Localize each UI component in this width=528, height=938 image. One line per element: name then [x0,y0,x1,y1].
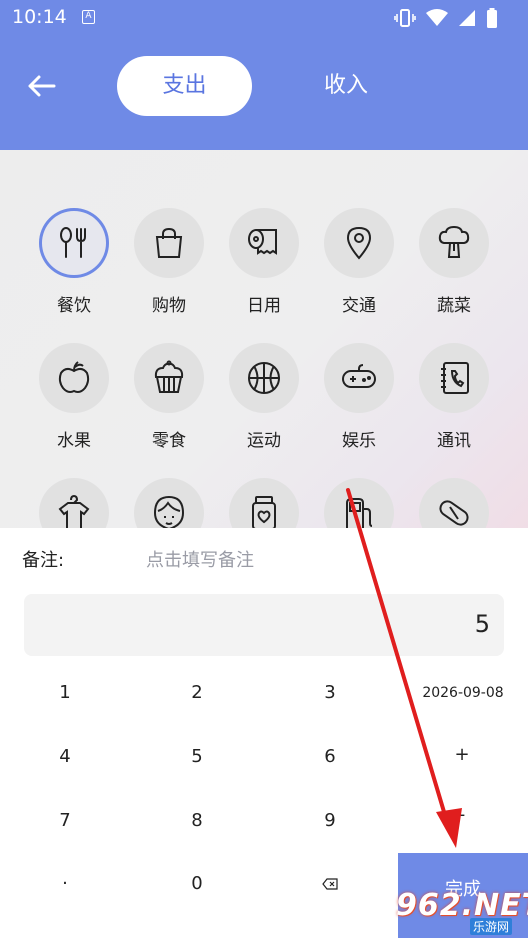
category-shopping[interactable]: 购物 [119,208,219,316]
category-label: 蔬菜 [437,296,471,316]
category-label: 餐饮 [57,296,91,316]
watermark: 962.NET 乐游网 [396,888,528,935]
key-4[interactable]: 4 [20,737,110,777]
broccoli-icon [438,225,470,258]
category-label: 娱乐 [342,431,376,451]
category-vegetables[interactable]: 蔬菜 [404,208,504,316]
arrow-left-icon [28,75,56,97]
gamepad-icon [342,364,376,388]
category-circle [134,343,204,413]
phone-book-icon [441,362,469,394]
apple-icon [58,361,90,393]
category-label: 零食 [152,431,186,451]
vibrate-icon [394,9,416,27]
category-label: 购物 [152,296,186,316]
category-circle [134,208,204,278]
key-5[interactable]: 5 [152,737,242,777]
key-7[interactable]: 7 [20,801,110,841]
key-9[interactable]: 9 [285,801,375,841]
category-circle [324,208,394,278]
signal-icon [459,10,475,26]
category-entertainment[interactable]: 娱乐 [309,343,409,451]
category-dining[interactable]: 餐饮 [24,208,124,316]
fork-spoon-icon [60,227,86,258]
category-label: 运动 [247,431,281,451]
category-snacks[interactable]: 零食 [119,343,219,451]
category-circle [324,343,394,413]
key-2[interactable]: 2 [152,673,242,713]
category-pharmacy[interactable] [404,478,504,528]
key-6[interactable]: 6 [285,737,375,777]
gas-pump-icon [346,498,373,528]
category-circle [39,478,109,528]
date-button[interactable]: 2026-09-08 [408,673,518,713]
wifi-icon [426,9,448,26]
category-fuel[interactable] [309,478,409,528]
notification-badge-icon: A [82,10,95,24]
category-transport[interactable]: 交通 [309,208,409,316]
watermark-sub: 乐游网 [470,918,513,935]
jar-heart-icon [252,496,276,528]
toilet-paper-icon [248,229,277,255]
category-circle [229,343,299,413]
battery-icon [487,8,497,28]
clothes-hanger-icon [58,495,90,528]
category-label: 交通 [342,296,376,316]
shopping-bag-icon [155,227,183,258]
category-circle [39,208,109,278]
category-label: 通讯 [437,431,471,451]
status-icons [394,8,498,28]
face-icon [153,495,185,528]
category-circle [229,208,299,278]
minus-button[interactable]: - [417,795,507,835]
status-bar: 10:14 A [0,0,528,36]
category-label: 日用 [247,296,281,316]
category-circle [419,343,489,413]
amount-display: 5 [24,594,504,656]
status-time: 10:14 [12,6,67,28]
pill-icon [439,500,469,526]
key-3[interactable]: 3 [285,673,375,713]
category-daily[interactable]: 日用 [214,208,314,316]
category-circle [134,478,204,528]
category-sports[interactable]: 运动 [214,343,314,451]
note-label: 备注: [22,550,65,571]
key-1[interactable]: 1 [20,673,110,713]
backspace-icon [322,878,338,890]
category-fruit[interactable]: 水果 [24,343,124,451]
category-circle [324,478,394,528]
category-beauty[interactable] [119,478,219,528]
amount-value: 5 [474,610,490,638]
tab-income[interactable]: 收入 [296,56,396,116]
category-label: 水果 [57,431,91,451]
basketball-icon [248,362,280,394]
category-communication[interactable]: 通讯 [404,343,504,451]
category-circle [229,478,299,528]
category-grid: 餐饮 购物 日用 交通 蔬菜 水果 零食 运动 娱乐 通讯 [0,150,528,528]
key-0[interactable]: 0 [152,864,242,904]
plus-button[interactable]: + [417,735,507,775]
cupcake-icon [154,360,184,393]
key-8[interactable]: 8 [152,801,242,841]
key-dot[interactable]: · [20,864,110,904]
category-circle [419,208,489,278]
backspace-button[interactable] [285,864,375,904]
location-pin-icon [346,226,372,260]
category-clothes[interactable] [24,478,124,528]
back-button[interactable] [22,66,62,106]
category-circle [419,478,489,528]
category-circle [39,343,109,413]
tab-expense[interactable]: 支出 [117,56,252,116]
category-medicine-jar[interactable] [214,478,314,528]
note-input[interactable]: 点击填写备注 [146,546,254,572]
